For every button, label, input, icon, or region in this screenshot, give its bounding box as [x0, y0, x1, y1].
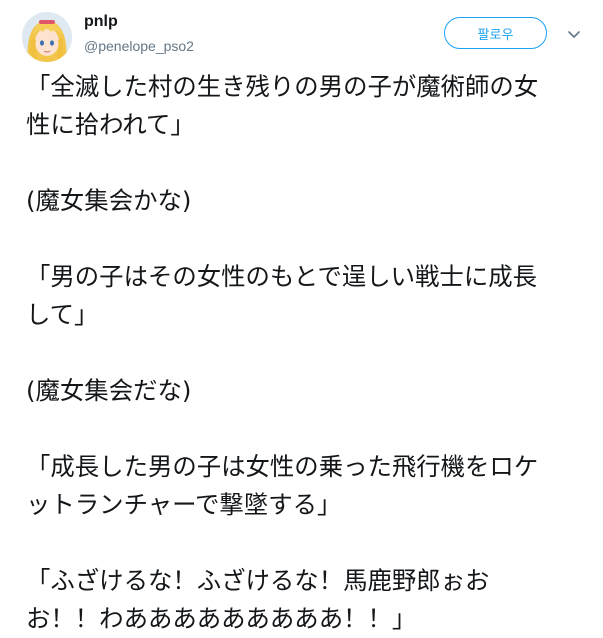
anime-girl-avatar-image [22, 12, 72, 62]
tweet-paragraph-3: 「男の子はその女性のもとで逞しい戦士に成長 して」 [26, 258, 586, 334]
tweet-line: 「ふざけるな！ふざけるな！馬鹿野郎ぉお [26, 566, 490, 595]
author-name[interactable]: pnlp [84, 13, 118, 31]
tweet-line: (魔女集会かな) [26, 186, 192, 215]
avatar[interactable] [22, 12, 72, 62]
author-handle[interactable]: @penelope_pso2 [84, 38, 194, 54]
follow-button-label: 팔로우 [477, 27, 514, 43]
tweet-header: pnlp @penelope_pso2 팔로우 [0, 0, 603, 66]
tweet-line: 「男の子はその女性のもとで逞しい戦士に成長 [26, 262, 537, 291]
tweet-paragraph-1: 「全滅した村の生き残りの男の子が魔術師の女 性に拾われて」 [26, 68, 586, 144]
chevron-down-icon[interactable] [566, 26, 582, 42]
tweet-line: して」 [26, 300, 99, 329]
tweet-paragraph-6: 「ふざけるな！ふざけるな！馬鹿野郎ぉお お！！わあああああああああ！！」 [26, 562, 586, 638]
tweet-paragraph-2: (魔女集会かな) [26, 182, 586, 220]
tweet-line: ットランチャーで撃墜する」 [26, 490, 342, 519]
tweet-line: 「全滅した村の生き残りの男の子が魔術師の女 [26, 72, 539, 101]
follow-button[interactable]: 팔로우 [444, 17, 547, 49]
tweet-text: 「全滅した村の生き残りの男の子が魔術師の女 性に拾われて」 (魔女集会かな) 「… [26, 68, 586, 638]
tweet-line: (魔女集会だな) [26, 376, 192, 405]
tweet-paragraph-5: 「成長した男の子は女性の乗った飛行機をロケ ットランチャーで撃墜する」 [26, 448, 586, 524]
tweet-paragraph-4: (魔女集会だな) [26, 372, 586, 410]
tweet-line: 「成長した男の子は女性の乗った飛行機をロケ [26, 452, 539, 481]
tweet-line: 性に拾われて」 [26, 110, 195, 139]
tweet-line: お！！わあああああああああ！！」 [26, 604, 417, 633]
